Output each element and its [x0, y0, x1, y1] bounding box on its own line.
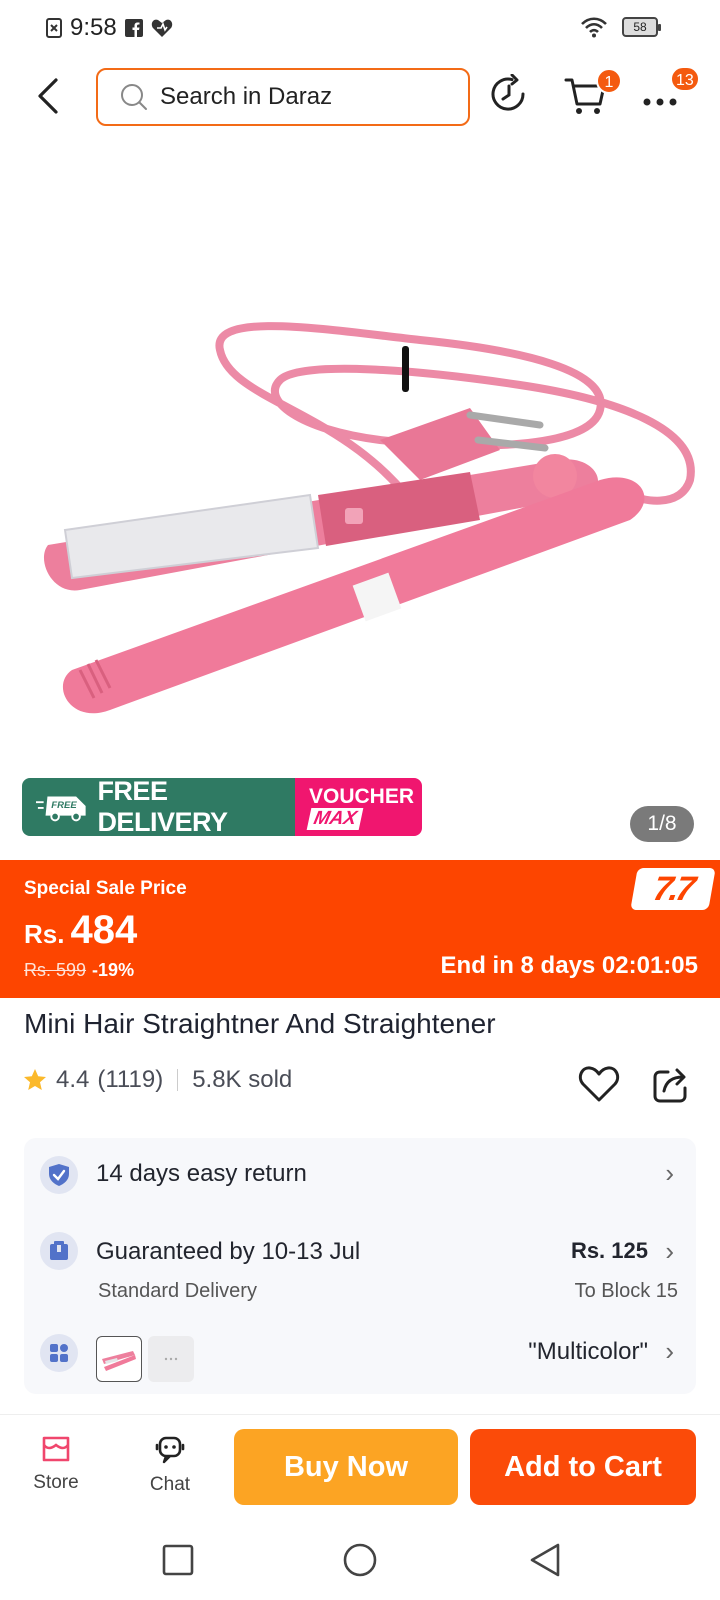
- search-bar[interactable]: Search in Daraz: [96, 68, 470, 126]
- special-sale-banner: Special Sale Price Rs. 484 Rs. 599 -19% En…: [0, 860, 720, 998]
- sale-currency: Rs.: [24, 919, 65, 949]
- sold-count: 5.8K sold: [192, 1066, 293, 1093]
- chat-bot-icon: [155, 1436, 185, 1464]
- variant-grid-icon: [40, 1334, 78, 1372]
- voucher-max-tag: VOUCHER MAX: [294, 778, 422, 836]
- battery-icon: 58: [622, 17, 661, 37]
- store-icon: [42, 1436, 70, 1462]
- back-arrow-icon[interactable]: [30, 74, 70, 118]
- rating-row[interactable]: 4.4 (1119) 5.8K sold: [22, 1066, 292, 1094]
- wifi-icon: [581, 17, 607, 38]
- home-icon[interactable]: [342, 1542, 378, 1578]
- rating-value: 4.4: [56, 1066, 90, 1093]
- sale-label: Special Sale Price: [24, 878, 187, 899]
- variant-thumbnail[interactable]: [148, 1336, 194, 1382]
- promo-banner: FREE FREE DELIVERY VOUCHER MAX: [22, 778, 422, 836]
- discount-percent: -19%: [92, 960, 135, 980]
- free-delivery-tag: FREE FREE DELIVERY: [22, 778, 295, 836]
- divider: [177, 1069, 179, 1091]
- delivery-fee: Rs. 125: [570, 1238, 648, 1263]
- variant-thumbnail-selected[interactable]: [96, 1336, 142, 1382]
- more-badge: 13: [670, 66, 700, 92]
- free-delivery-text: FREE DELIVERY: [97, 778, 228, 836]
- return-text: 14 days easy return: [96, 1160, 307, 1187]
- product-image-gallery[interactable]: [0, 150, 720, 840]
- sale-countdown: End in 8 days 02:01:05: [440, 952, 698, 979]
- hair-straightener-image: [43, 322, 695, 714]
- straightener-thumbnail: [102, 1351, 136, 1371]
- campaign-logo: 7.7: [630, 868, 716, 910]
- top-header: Search in Daraz 1 13: [0, 60, 720, 132]
- delivery-destination: To Block 15: [574, 1280, 678, 1302]
- chat-button[interactable]: Chat: [130, 1435, 210, 1496]
- notification-icon: [46, 18, 62, 38]
- delivery-box-icon: [40, 1232, 78, 1270]
- dots-icon: [164, 1357, 178, 1361]
- voucher-line-1: VOUCHER: [308, 785, 414, 808]
- delivery-truck-icon: FREE: [36, 796, 86, 822]
- wishlist-heart-icon[interactable]: [578, 1064, 620, 1104]
- product-title: Mini Hair Straightner And Straightener: [24, 1008, 496, 1039]
- store-button[interactable]: Store: [16, 1435, 96, 1494]
- search-icon: [121, 84, 147, 110]
- chevron-right-icon: ›: [665, 1158, 674, 1188]
- free-tag-text: FREE: [51, 800, 77, 811]
- return-policy-row[interactable]: 14 days easy return ›: [24, 1138, 696, 1202]
- back-nav-icon[interactable]: [528, 1542, 562, 1578]
- star-icon: [24, 1069, 46, 1090]
- heart-app-icon: [151, 19, 172, 37]
- chevron-right-icon: ›: [665, 1236, 674, 1266]
- chevron-right-icon: ›: [665, 1336, 674, 1366]
- image-pager: 1/8: [630, 806, 694, 842]
- sale-price: Rs. 484: [24, 908, 137, 953]
- share-icon[interactable]: [652, 1064, 690, 1104]
- delivery-type: Standard Delivery: [98, 1280, 257, 1302]
- chat-label: Chat: [149, 1474, 191, 1495]
- bottom-action-bar: Store Chat Buy Now Add to Cart: [0, 1414, 720, 1518]
- delivery-row[interactable]: Guaranteed by 10-13 Jul Standard Deliver…: [24, 1202, 696, 1306]
- cart-badge: 1: [596, 68, 622, 94]
- delivery-guarantee: Guaranteed by 10-13 Jul: [96, 1238, 361, 1265]
- buy-now-button[interactable]: Buy Now: [234, 1429, 458, 1505]
- more-icon: [643, 98, 677, 106]
- selected-variant: "Multicolor": [528, 1338, 648, 1365]
- sale-amount: 484: [70, 908, 138, 952]
- more-menu-button[interactable]: 13: [642, 66, 708, 124]
- facebook-icon: [124, 19, 143, 37]
- original-price: Rs. 599: [24, 960, 87, 980]
- history-icon[interactable]: [490, 74, 528, 114]
- system-navigation-bar: [0, 1520, 720, 1600]
- add-to-cart-button[interactable]: Add to Cart: [470, 1429, 696, 1505]
- review-count: (1119): [97, 1066, 164, 1093]
- recent-apps-icon[interactable]: [162, 1544, 194, 1576]
- cart-button[interactable]: 1: [564, 68, 634, 124]
- status-bar: 9:58 58: [0, 0, 720, 56]
- voucher-line-2: MAX: [306, 808, 364, 830]
- original-price-row: Rs. 599 -19%: [24, 960, 134, 981]
- shield-icon: [40, 1156, 78, 1194]
- clock: 9:58: [70, 14, 117, 41]
- search-placeholder: Search in Daraz: [160, 83, 333, 110]
- store-label: Store: [33, 1472, 79, 1493]
